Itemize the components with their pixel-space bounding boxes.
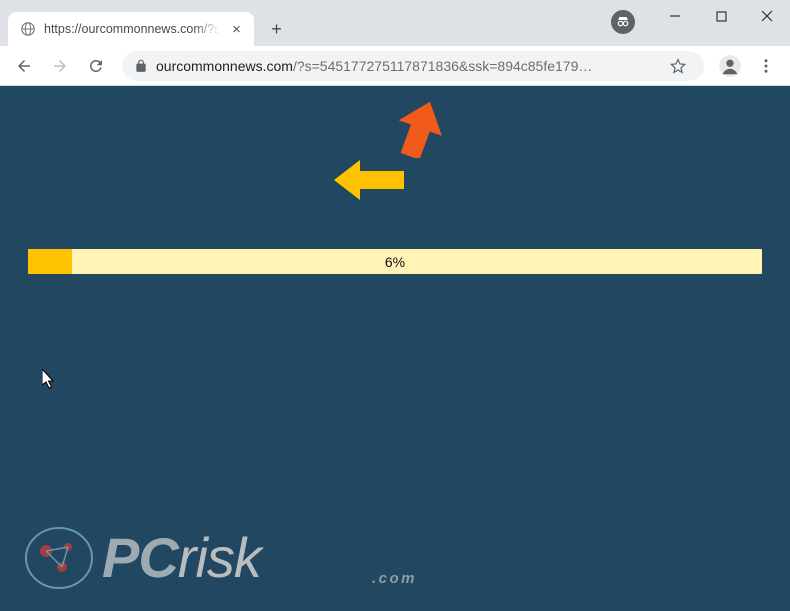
url-domain: ourcommonnews.com — [156, 58, 293, 74]
watermark-suffix: .com — [372, 573, 417, 586]
maximize-button[interactable] — [698, 0, 744, 32]
watermark-brand-1: PC — [102, 526, 178, 589]
progress-fill — [28, 249, 72, 274]
window-controls — [652, 0, 790, 32]
browser-tab[interactable]: https://ourcommonnews.com/?s × — [8, 12, 254, 46]
incognito-icon — [611, 10, 635, 34]
annotation-arrow-left-icon — [334, 160, 404, 200]
globe-icon — [20, 21, 36, 37]
watermark: PCrisk .com — [24, 523, 261, 593]
annotation-arrow-up-icon — [397, 100, 443, 158]
profile-avatar-icon[interactable] — [714, 50, 746, 82]
url-text: ourcommonnews.com/?s=545177275117871836&… — [156, 58, 654, 74]
new-tab-button[interactable]: + — [262, 15, 290, 43]
watermark-text: PCrisk .com — [102, 534, 261, 582]
progress-bar: 6% — [28, 249, 762, 274]
lock-icon — [134, 59, 148, 73]
forward-button[interactable] — [44, 50, 76, 82]
titlebar: https://ourcommonnews.com/?s × + — [0, 0, 790, 46]
watermark-brand-2: risk — [178, 526, 261, 589]
watermark-logo-icon — [24, 523, 94, 593]
bookmark-star-icon[interactable] — [662, 50, 694, 82]
browser-window: https://ourcommonnews.com/?s × + — [0, 0, 790, 611]
url-path: /?s=545177275117871836&ssk=894c85fe179… — [293, 58, 592, 74]
page-content: 6% PCrisk .com — [0, 86, 790, 611]
close-icon[interactable]: × — [228, 21, 244, 37]
browser-toolbar: ourcommonnews.com/?s=545177275117871836&… — [0, 46, 790, 86]
address-bar[interactable]: ourcommonnews.com/?s=545177275117871836&… — [122, 51, 704, 81]
back-button[interactable] — [8, 50, 40, 82]
progress-label: 6% — [385, 254, 405, 270]
tab-title: https://ourcommonnews.com/?s — [44, 22, 220, 36]
mouse-cursor-icon — [42, 369, 56, 389]
window-close-button[interactable] — [744, 0, 790, 32]
reload-button[interactable] — [80, 50, 112, 82]
menu-icon[interactable] — [750, 50, 782, 82]
minimize-button[interactable] — [652, 0, 698, 32]
